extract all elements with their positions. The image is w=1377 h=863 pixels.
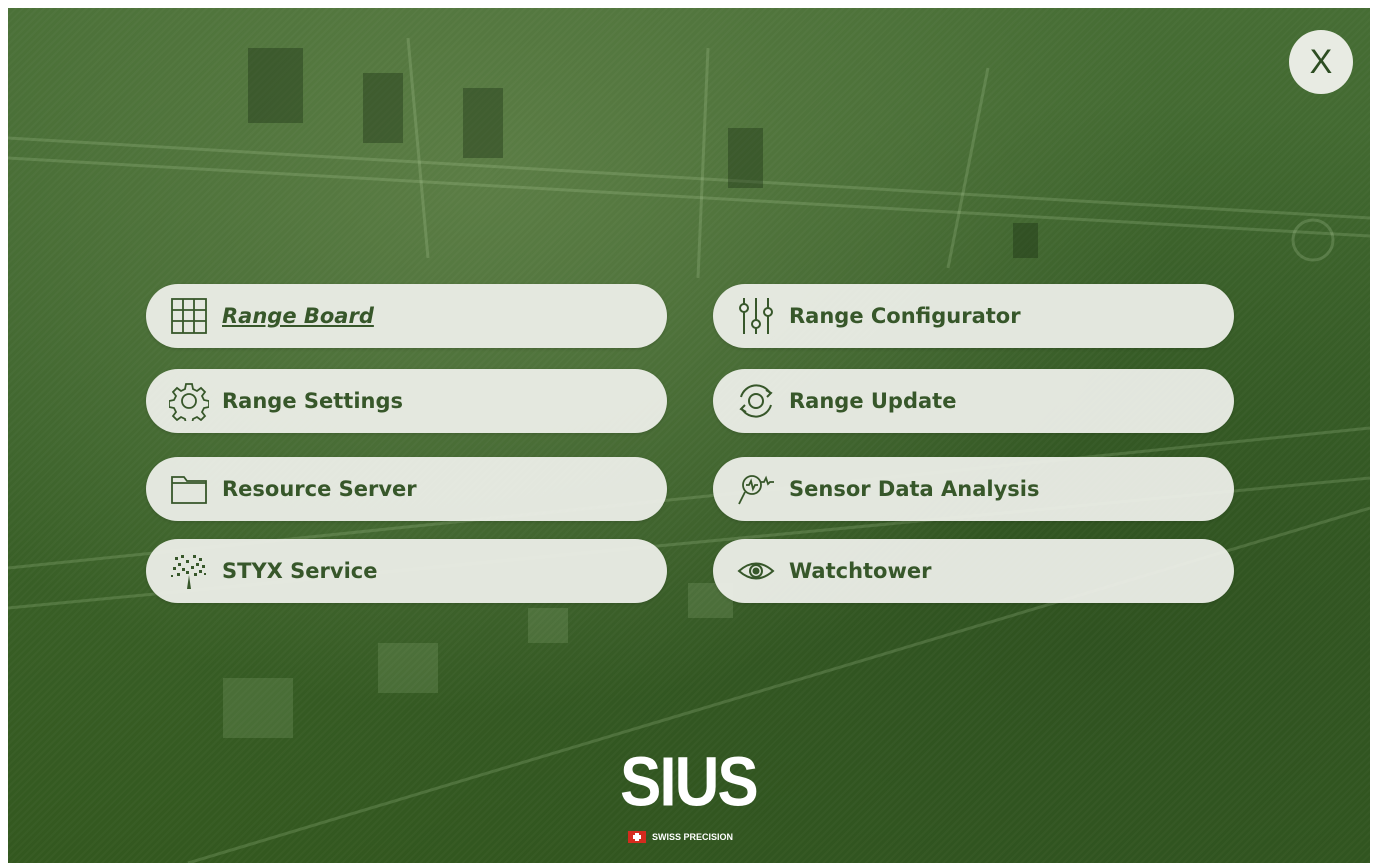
sensor-data-analysis-button[interactable]: Sensor Data Analysis	[713, 457, 1234, 521]
sensor-data-analysis-label: Sensor Data Analysis	[789, 477, 1040, 501]
magnifier-signal-icon	[735, 468, 777, 510]
gear-icon	[168, 380, 210, 422]
styx-tree-icon	[168, 550, 210, 592]
styx-service-button[interactable]: STYX Service	[146, 539, 667, 603]
range-configurator-label: Range Configurator	[789, 304, 1021, 328]
range-board-label: Range Board	[222, 304, 374, 328]
watchtower-label: Watchtower	[789, 559, 932, 583]
grid-icon	[168, 295, 210, 337]
sliders-icon	[735, 295, 777, 337]
folder-icon	[168, 468, 210, 510]
close-button[interactable]: X	[1289, 30, 1353, 94]
styx-service-label: STYX Service	[222, 559, 378, 583]
shooting-range-background	[8, 37, 1370, 863]
range-configurator-button[interactable]: Range Configurator	[713, 284, 1234, 348]
range-board-button[interactable]: Range Board	[146, 284, 667, 348]
resource-server-label: Resource Server	[222, 477, 417, 501]
eye-icon	[735, 550, 777, 592]
sius-logo: SIUS SWISS PRECISION	[620, 745, 759, 845]
range-update-button[interactable]: Range Update	[713, 369, 1234, 433]
refresh-icon	[735, 380, 777, 422]
logo-tagline: SWISS PRECISION	[652, 832, 734, 842]
watchtower-button[interactable]: Watchtower	[713, 539, 1234, 603]
range-update-label: Range Update	[789, 389, 957, 413]
logo-wordmark: SIUS	[620, 743, 759, 822]
range-settings-button[interactable]: Range Settings	[146, 369, 667, 433]
logo-tagline-row: SWISS PRECISION	[628, 830, 758, 844]
resource-server-button[interactable]: Resource Server	[146, 457, 667, 521]
swiss-flag-icon	[628, 831, 646, 843]
range-settings-label: Range Settings	[222, 389, 404, 413]
launcher-screen: X Range Board Range Configurator Range S…	[8, 8, 1370, 863]
